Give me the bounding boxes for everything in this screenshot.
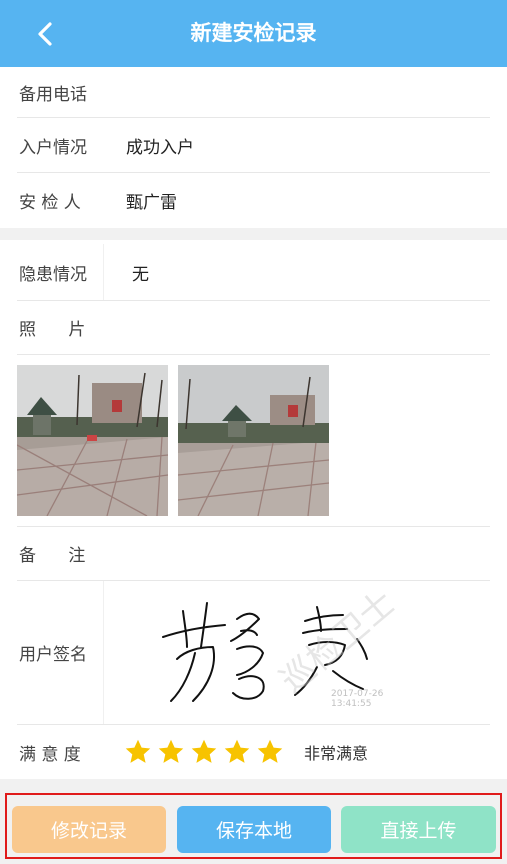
upload-button[interactable]: 直接上传 xyxy=(341,806,496,853)
inspector-label: 安 检 人 xyxy=(19,192,81,213)
star-icon[interactable] xyxy=(124,738,152,766)
photo-thumbnail[interactable] xyxy=(178,365,329,516)
star-icon[interactable] xyxy=(157,738,185,766)
signature-row[interactable]: 用户签名 巡检卫士 2017-07-26 13:41:55 xyxy=(17,581,490,725)
photo-thumbnail[interactable] xyxy=(17,365,168,516)
entry-status-label: 入户情况 xyxy=(19,137,87,158)
hazard-value[interactable]: 无 xyxy=(132,244,149,300)
divider xyxy=(103,244,104,300)
inspector-value: 甄广雷 xyxy=(126,192,177,213)
rating-stars[interactable] xyxy=(124,725,284,779)
entry-status-value[interactable]: 成功入户 xyxy=(126,118,194,172)
inspection-details-section: 隐患情况 无 照 片 备 注 用户签名 巡检卫士 2017-07-26 13:4… xyxy=(0,240,507,779)
hazard-label: 隐患情况 xyxy=(19,264,87,285)
hazard-row[interactable]: 隐患情况 无 xyxy=(17,244,490,301)
inspector-row: 安 检 人 甄广雷 xyxy=(17,173,490,227)
star-icon[interactable] xyxy=(190,738,218,766)
title-bar: 新建安检记录 xyxy=(0,0,507,67)
satisfaction-text: 非常满意 xyxy=(304,744,369,763)
star-icon[interactable] xyxy=(223,738,251,766)
basic-info-section: 备用电话 入户情况 成功入户 安 检 人 甄广雷 xyxy=(0,67,507,228)
backup-phone-row[interactable]: 备用电话 xyxy=(17,67,490,118)
remark-label: 备 注 xyxy=(19,546,86,566)
signature-label: 用户签名 xyxy=(19,645,87,665)
star-icon[interactable] xyxy=(256,738,284,766)
satisfaction-row: 满 意 度 非常满意 xyxy=(17,725,490,779)
photo-label-row: 照 片 xyxy=(17,301,490,355)
photo-gallery xyxy=(17,355,490,527)
satisfaction-label: 满 意 度 xyxy=(19,744,81,765)
signature-timestamp: 2017-07-26 13:41:55 xyxy=(331,689,384,709)
signature-pad[interactable]: 巡检卫士 2017-07-26 13:41:55 xyxy=(121,583,421,709)
photo-label: 照 片 xyxy=(19,320,86,340)
watermark: 巡检卫士 xyxy=(273,589,403,701)
entry-status-row[interactable]: 入户情况 成功入户 xyxy=(17,118,490,173)
save-local-button[interactable]: 保存本地 xyxy=(177,806,331,853)
backup-phone-label: 备用电话 xyxy=(19,84,87,105)
modify-record-button[interactable]: 修改记录 xyxy=(12,806,166,853)
remark-row[interactable]: 备 注 xyxy=(17,527,490,581)
divider xyxy=(103,581,104,724)
page-title: 新建安检记录 xyxy=(190,21,317,45)
